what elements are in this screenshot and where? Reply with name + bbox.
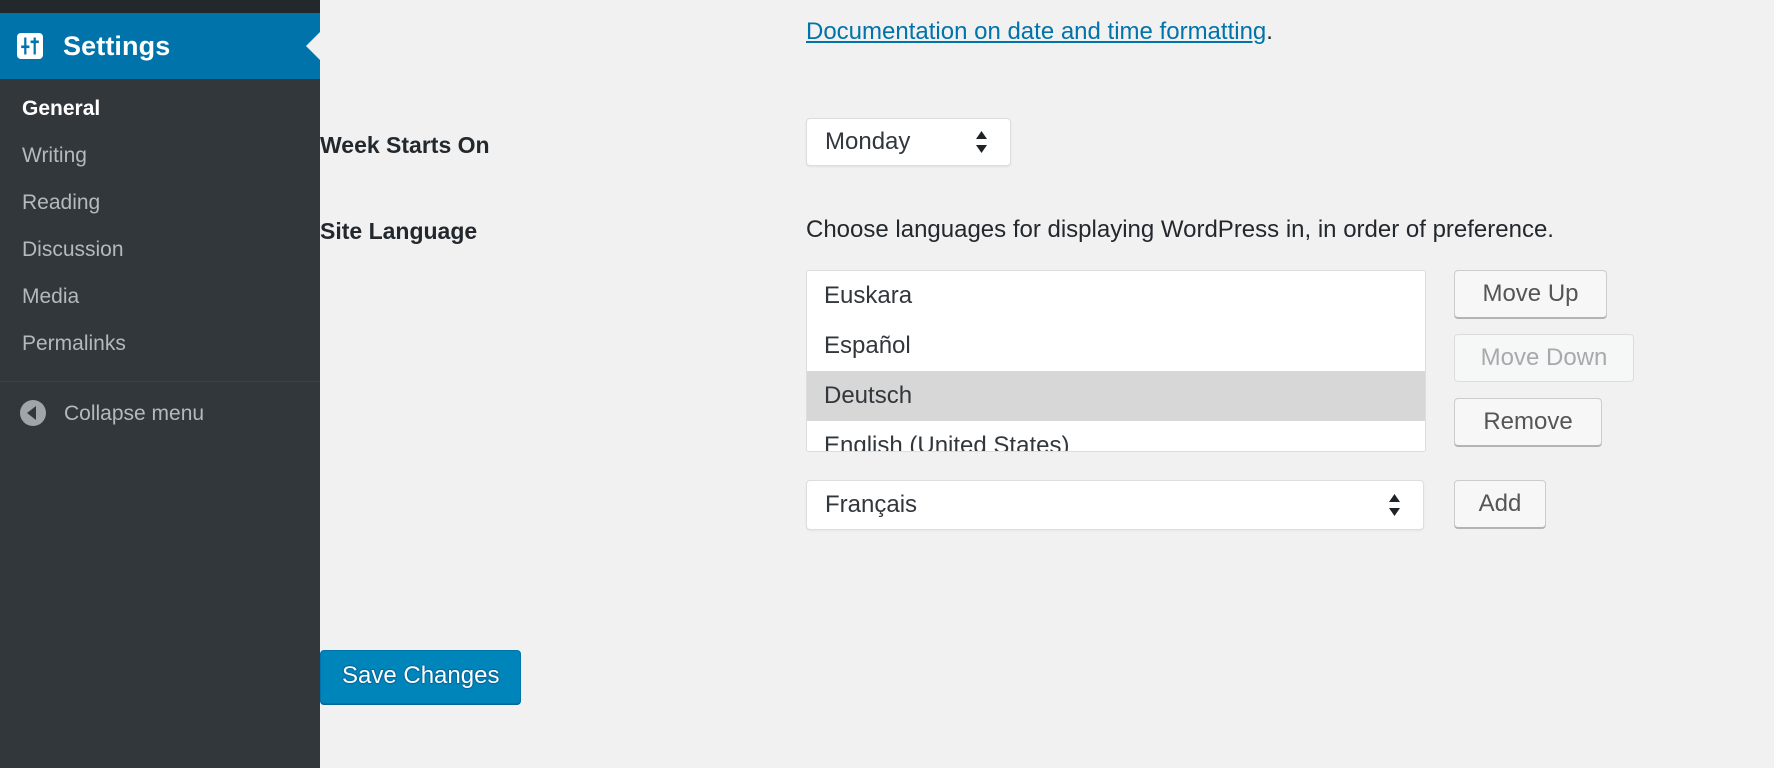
sidebar-menu-title: Settings	[63, 33, 170, 60]
admin-bar	[0, 0, 320, 13]
documentation-date-time-link[interactable]: Documentation on date and time formattin…	[806, 18, 1266, 45]
sidebar-menu-settings[interactable]: Settings	[0, 13, 320, 79]
sidebar-item-discussion[interactable]: Discussion	[0, 226, 320, 273]
week-starts-on-select[interactable]: Monday	[806, 118, 1011, 166]
save-changes-button[interactable]: Save Changes	[320, 650, 521, 704]
list-item[interactable]: Español	[807, 321, 1425, 371]
add-language-select[interactable]: Français	[806, 480, 1424, 530]
site-language-label: Site Language	[320, 218, 477, 246]
list-item[interactable]: Deutsch	[807, 371, 1425, 421]
collapse-left-arrow-icon	[18, 398, 48, 428]
site-language-listbox[interactable]: Euskara Español Deutsch English (United …	[806, 270, 1426, 452]
move-up-button[interactable]: Move Up	[1454, 270, 1607, 318]
list-item[interactable]: English (United States)	[807, 421, 1425, 452]
sidebar-item-reading[interactable]: Reading	[0, 179, 320, 226]
select-updown-arrows-icon	[1388, 492, 1401, 518]
sidebar-item-general[interactable]: General	[0, 85, 320, 132]
documentation-row: Documentation on date and time formattin…	[806, 18, 1273, 47]
week-starts-on-label: Week Starts On	[320, 132, 490, 160]
collapse-menu-label: Collapse menu	[64, 403, 204, 424]
site-language-description: Choose languages for displaying WordPres…	[806, 216, 1554, 244]
select-updown-arrows-icon	[975, 129, 988, 155]
sidebar-item-permalinks[interactable]: Permalinks	[0, 320, 320, 367]
list-item[interactable]: Euskara	[807, 271, 1425, 321]
admin-screen: Settings General Writing Reading Discuss…	[0, 0, 1774, 768]
remove-button[interactable]: Remove	[1454, 398, 1602, 446]
admin-sidebar: Settings General Writing Reading Discuss…	[0, 0, 320, 768]
sidebar-item-media[interactable]: Media	[0, 273, 320, 320]
move-down-button: Move Down	[1454, 334, 1634, 382]
documentation-period: .	[1266, 18, 1273, 45]
collapse-menu-button[interactable]: Collapse menu	[0, 381, 320, 444]
save-row: Save Changes	[320, 650, 521, 704]
sidebar-footer: Collapse menu	[0, 381, 320, 444]
settings-sliders-icon	[15, 31, 45, 61]
add-language-button[interactable]: Add	[1454, 480, 1546, 528]
site-language-button-column: Move Up Move Down Remove	[1454, 270, 1634, 462]
week-starts-on-value: Monday	[825, 128, 910, 156]
sidebar-item-writing[interactable]: Writing	[0, 132, 320, 179]
settings-general-form: Documentation on date and time formattin…	[320, 0, 1774, 768]
sidebar-submenu: General Writing Reading Discussion Media…	[0, 79, 320, 381]
add-language-value: Français	[825, 491, 917, 519]
